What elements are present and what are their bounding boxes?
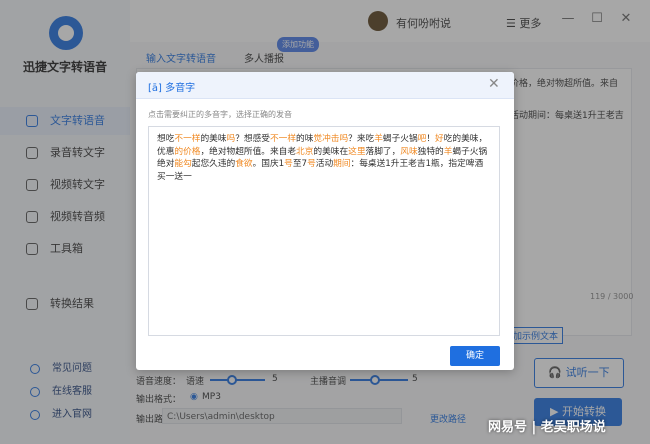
text-segment: 至7 [292,159,308,169]
polyphone-char[interactable]: 不一样 [270,134,296,144]
polyphone-char[interactable]: 这里 [348,147,365,157]
text-segment: 蝎子火锅 [382,134,418,144]
watermark: 网易号 | 老吴职场说 [488,420,606,435]
polyphone-text-area[interactable]: 想吃不一样的美味吗？想感受不一样的味觉冲击吗？来吃羊蝎子火锅吧！好吃的美味，优惠… [148,126,500,336]
polyphone-char[interactable]: 羊 [374,134,383,144]
polyphone-char[interactable]: 期间 [333,159,350,169]
polyphone-char[interactable]: 觉冲击 [313,134,339,144]
text-segment: 独特的 [417,146,444,157]
app-window: 迅捷文字转语音 文字转语音 录音转文字 视频转文字 视频转音频 工具箱 转换结果… [0,0,650,444]
dialog-title: [ā] 多音字 [148,83,196,94]
polyphone-char[interactable]: 好 [435,134,444,144]
polyphone-dialog: [ā] 多音字 ✕ 点击需要纠正的多音字，选择正确的发音 想吃不一样的美味吗？想… [136,72,514,370]
text-segment: ？来吃 [348,134,375,144]
polyphone-char[interactable]: 北京 [296,147,313,157]
polyphone-char[interactable]: 食欲 [235,159,252,169]
text-segment: ？想感受 [235,134,270,144]
text-segment: 的美味 [200,134,227,144]
polyphone-char[interactable]: 风味 [400,147,417,157]
dialog-header: [ā] 多音字 ✕ [136,72,514,99]
text-segment: 的味 [296,134,314,144]
polyphone-char[interactable]: 不一样 [174,134,200,144]
text-segment: ！ [426,134,435,144]
dialog-close-icon[interactable]: ✕ [488,76,500,92]
polyphone-char[interactable]: 号 [307,159,316,169]
polyphone-char[interactable]: 吧 [418,134,427,144]
polyphone-char[interactable]: 吗 [227,134,236,144]
text-segment: 的美味在 [313,146,349,157]
polyphone-char[interactable]: 号 [284,159,293,169]
text-segment: ，绝对物超所值。来自老 [200,146,296,157]
text-segment: 。国庆1 [252,159,285,169]
polyphone-char[interactable]: 能勾 [174,159,191,169]
text-segment: 想吃 [157,134,175,144]
polyphone-char[interactable]: 吗 [339,134,348,144]
text-segment: 起您久违的 [191,159,236,169]
confirm-button[interactable]: 确定 [450,346,500,366]
polyphone-char[interactable]: 的价格 [174,147,200,157]
dialog-hint: 点击需要纠正的多音字，选择正确的发音 [148,110,292,119]
text-segment: 落脚了， [365,146,401,157]
text-segment: 活动 [315,159,334,169]
